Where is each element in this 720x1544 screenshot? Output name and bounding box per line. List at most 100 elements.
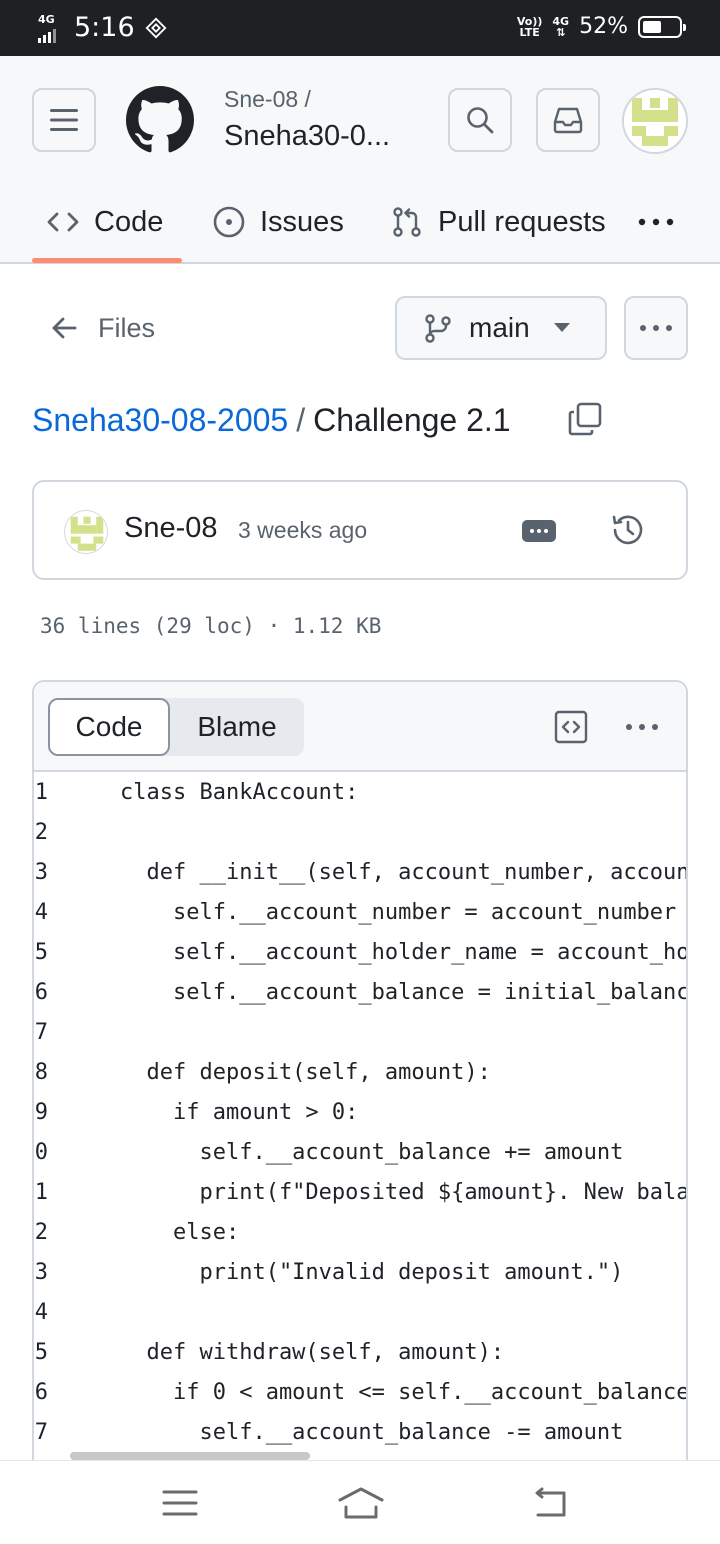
tabs-more-button[interactable] — [636, 180, 676, 264]
commit-message-toggle[interactable] — [522, 520, 556, 542]
code-text: self.__account_number = account_number — [120, 899, 677, 925]
code-text: self.__account_balance = initial_balance — [120, 979, 686, 1005]
code-line: 16 if 0 < amount <= self.__account_balan… — [34, 1372, 686, 1412]
code-view-button[interactable]: Code — [48, 698, 170, 756]
commit-author-avatar[interactable] — [64, 510, 108, 554]
blame-view-button[interactable]: Blame — [170, 698, 304, 756]
code-line: 11 print(f"Deposited ${amount}. New bala… — [34, 1172, 686, 1212]
battery-percent: 52% — [579, 14, 628, 39]
code-text: def withdraw(self, amount): — [120, 1339, 505, 1365]
git-pull-request-icon — [393, 207, 421, 237]
commit-time: 3 weeks ago — [238, 517, 368, 543]
triangle-down-icon — [553, 323, 570, 332]
issue-opened-icon — [213, 206, 245, 238]
kebab-horizontal-icon — [626, 724, 658, 730]
back-icon[interactable] — [530, 1483, 570, 1523]
line-number[interactable]: 17 — [34, 1420, 48, 1445]
tab-code-label: Code — [94, 205, 164, 238]
line-number[interactable]: 9 — [34, 1100, 48, 1125]
data-network-indicator: 4G ⇅ — [552, 14, 570, 39]
file-code-icon[interactable] — [554, 710, 588, 744]
code-line: 13 print("Invalid deposit amount.") — [34, 1252, 686, 1292]
inbox-icon — [553, 107, 583, 134]
line-number[interactable]: 4 — [34, 900, 48, 925]
breadcrumb-file-name: Challenge 2.1 — [313, 401, 511, 438]
code-line: 2 — [34, 812, 686, 852]
line-number[interactable]: 16 — [34, 1380, 48, 1405]
code-line: 12 else: — [34, 1212, 686, 1252]
git-branch-icon — [425, 314, 451, 343]
code-line: 6 self.__account_balance = initial_balan… — [34, 972, 686, 1012]
hamburger-icon — [50, 109, 78, 131]
recent-apps-icon[interactable] — [160, 1483, 200, 1523]
line-number[interactable]: 10 — [34, 1140, 48, 1165]
code-icon — [47, 212, 79, 232]
repo-title[interactable]: Sne-08 / Sneha30-0... — [224, 86, 424, 154]
tab-pull-requests[interactable]: Pull requests — [390, 180, 606, 264]
breadcrumb: Sneha30-08-2005 / Challenge 2.1 — [32, 396, 511, 444]
tab-pull-requests-label: Pull requests — [438, 205, 606, 238]
code-viewer-more-button[interactable] — [622, 712, 662, 742]
line-number[interactable]: 7 — [34, 1020, 48, 1045]
line-number[interactable]: 13 — [34, 1260, 48, 1285]
github-logo-icon[interactable] — [126, 86, 194, 154]
kebab-horizontal-icon — [638, 218, 674, 226]
breadcrumb-separator: / — [296, 401, 306, 438]
system-nav-bar — [0, 1460, 720, 1544]
line-number[interactable]: 14 — [34, 1300, 48, 1325]
identicon-icon — [624, 90, 686, 152]
tab-code[interactable]: Code — [46, 180, 163, 264]
inbox-button[interactable] — [536, 88, 600, 152]
code-text: def deposit(self, amount): — [120, 1059, 491, 1085]
arrow-left-icon — [52, 317, 77, 339]
tab-issues-label: Issues — [260, 205, 344, 238]
branch-selector[interactable]: main — [395, 296, 607, 360]
code-line: 3 def __init__(self, account_number, acc… — [34, 852, 686, 892]
code-text: else: — [120, 1219, 240, 1245]
network-type: 4G — [38, 12, 55, 26]
files-back-link[interactable]: Files — [50, 300, 155, 356]
code-text: print(f"Deposited ${amount}. New balance… — [199, 1179, 686, 1205]
code-text: def __init__(self, account_number, accou… — [146, 859, 686, 885]
latest-commit-box: Sne-08 3 weeks ago — [32, 480, 688, 580]
battery-icon — [638, 15, 686, 38]
code-line: 9 if amount > 0: — [34, 1092, 686, 1132]
line-number[interactable]: 11 — [34, 1180, 48, 1205]
line-number[interactable]: 12 — [34, 1220, 48, 1245]
volte-indicator: Vo)) LTE — [516, 14, 543, 39]
code-line: 4 self.__account_number = account_number — [34, 892, 686, 932]
copy-icon[interactable] — [568, 402, 602, 436]
nfc-icon — [145, 17, 167, 38]
line-number[interactable]: 1 — [34, 780, 48, 805]
code-text: if amount > 0: — [120, 1099, 359, 1125]
search-button[interactable] — [448, 88, 512, 152]
code-viewer: Code Blame 1 class BankAccount: 2 3 def __i… — [32, 680, 688, 1480]
code-lines[interactable]: 1 class BankAccount: 2 3 def __init__(self,… — [34, 774, 686, 1464]
breadcrumb-repo-link[interactable]: Sneha30-08-2005 — [32, 402, 288, 439]
file-actions-button[interactable] — [624, 296, 688, 360]
line-number[interactable]: 15 — [34, 1340, 48, 1365]
home-icon[interactable] — [338, 1483, 384, 1523]
history-icon[interactable] — [610, 512, 646, 548]
repo-owner[interactable]: Sne-08 / — [224, 86, 424, 112]
search-icon — [467, 107, 494, 134]
file-info: 36 lines (29 loc) · 1.12 KB — [40, 614, 382, 638]
menu-button[interactable] — [32, 88, 96, 152]
code-line: 8 def deposit(self, amount): — [34, 1052, 686, 1092]
horizontal-scrollbar[interactable] — [70, 1452, 310, 1460]
repo-header: Sne-08 / Sneha30-0... Code Issues Pull r… — [0, 56, 720, 264]
line-number[interactable]: 2 — [34, 820, 48, 845]
code-text: if 0 < amount <= self.__account_balance: — [120, 1379, 686, 1405]
code-line: 5 self.__account_holder_name = account_h… — [34, 932, 686, 972]
line-number[interactable]: 5 — [34, 940, 48, 965]
user-avatar[interactable] — [622, 88, 688, 154]
status-left: 4G 5:16 — [38, 12, 167, 43]
clock: 5:16 — [74, 12, 135, 43]
line-number[interactable]: 8 — [34, 1060, 48, 1085]
view-mode-toggle: Code Blame — [48, 698, 304, 756]
commit-author[interactable]: Sne-08 — [124, 512, 218, 545]
repo-name[interactable]: Sneha30-0... — [224, 118, 424, 154]
tab-issues[interactable]: Issues — [212, 180, 344, 264]
line-number[interactable]: 3 — [34, 860, 48, 885]
line-number[interactable]: 6 — [34, 980, 48, 1005]
